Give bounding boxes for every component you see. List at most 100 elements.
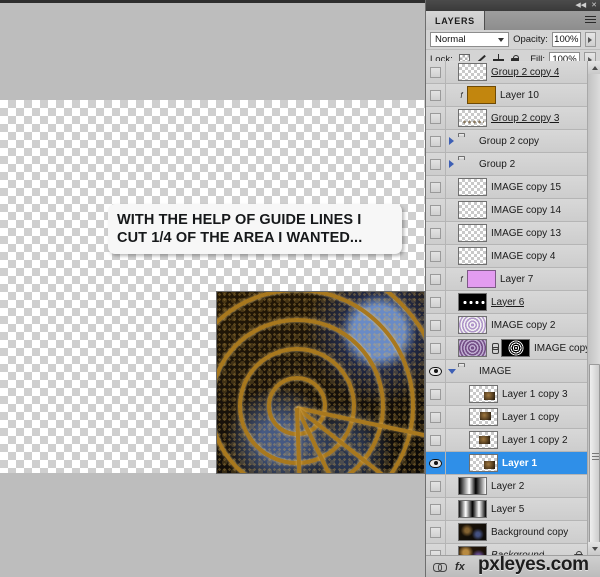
layer-row[interactable]: Layer 1 copy 3 (426, 382, 600, 406)
chevron-down-icon[interactable] (446, 368, 457, 374)
blend-mode-select[interactable]: Normal (430, 32, 510, 47)
layer-visibility-eye-icon[interactable] (426, 359, 446, 383)
scroll-up-arrow-icon[interactable] (588, 61, 600, 74)
layer-visibility-toggle[interactable] (426, 221, 446, 245)
layer-visibility-toggle[interactable] (426, 313, 446, 337)
layer-visibility-toggle[interactable] (426, 244, 446, 268)
layer-row[interactable]: Layer 1 copy (426, 405, 600, 429)
close-panel-icon[interactable]: ✕ (591, 2, 597, 9)
layer-group-folder-icon (458, 156, 474, 172)
layer-row[interactable]: Layer 6 (426, 290, 600, 314)
panel-titlebar: ◀◀ ✕ (426, 0, 600, 11)
layer-thumbnail[interactable] (458, 109, 487, 127)
layer-visibility-toggle[interactable] (426, 290, 446, 314)
layer-row[interactable]: Layer 5 (426, 497, 600, 521)
layer-style-fx-icon[interactable]: fx (455, 561, 465, 573)
document-canvas[interactable]: WITH THE HELP OF GUIDE LINES I CUT 1/4 O… (0, 0, 425, 577)
layer-visibility-toggle[interactable] (426, 428, 446, 452)
layer-list-scrollbar[interactable] (587, 61, 600, 555)
collapse-panel-icon[interactable]: ◀◀ (575, 2, 586, 9)
layers-panel-toolbar: fx pxleyes.com (426, 554, 600, 577)
layer-visibility-toggle[interactable] (426, 497, 446, 521)
layer-mask-thumbnail[interactable] (501, 339, 530, 357)
layer-row[interactable]: IMAGE (426, 359, 600, 383)
layer-row[interactable]: Group 2 copy 4 (426, 61, 600, 84)
opacity-input[interactable]: 100% (551, 32, 581, 47)
chevron-right-icon[interactable] (446, 137, 457, 145)
layer-thumbnail[interactable] (467, 86, 496, 104)
layer-list[interactable]: Group 2 copy 4 f Layer 10 Group 2 copy 3 Gro… (426, 61, 600, 555)
scrollbar-grip-icon (592, 453, 599, 460)
layer-row[interactable]: IMAGE copy 2 (426, 313, 600, 337)
layer-visibility-toggle[interactable] (426, 175, 446, 199)
layer-thumbnail[interactable] (458, 201, 487, 219)
layer-name: Group 2 copy 3 (491, 112, 560, 124)
layer-thumbnail[interactable] (458, 293, 487, 311)
layer-visibility-toggle[interactable] (426, 106, 446, 130)
layer-row[interactable]: Group 2 copy (426, 129, 600, 153)
layer-visibility-eye-icon[interactable] (426, 451, 446, 475)
layer-thumbnail[interactable] (458, 339, 487, 357)
layer-thumbnail[interactable] (458, 63, 487, 81)
layer-thumbnail[interactable] (469, 431, 498, 449)
layer-row[interactable]: Group 2 copy 3 (426, 106, 600, 130)
tabstrip-empty-area (484, 11, 600, 30)
layer-visibility-toggle[interactable] (426, 474, 446, 498)
layer-thumbnail[interactable] (469, 408, 498, 426)
opacity-stepper[interactable] (584, 32, 596, 47)
opacity-label: Opacity: (513, 34, 548, 45)
layer-name: Group 2 copy 4 (491, 66, 560, 78)
layer-visibility-toggle[interactable] (426, 405, 446, 429)
layer-name: Layer 1 copy (502, 411, 560, 423)
scrollbar-thumb[interactable] (589, 364, 600, 549)
layer-thumbnail[interactable] (458, 224, 487, 242)
layer-thumbnail[interactable] (458, 178, 487, 196)
layer-fx-badge-icon: f (460, 90, 463, 100)
layer-name: Layer 5 (491, 503, 525, 515)
scroll-down-arrow-icon[interactable] (588, 542, 600, 555)
layer-thumbnail[interactable] (458, 316, 487, 334)
layer-row[interactable]: Layer 2 (426, 474, 600, 498)
layer-visibility-toggle[interactable] (426, 83, 446, 107)
layer-row[interactable]: Layer 1 (426, 451, 600, 475)
layer-row[interactable]: IMAGE copy 13 (426, 221, 600, 245)
layer-row[interactable]: f Layer 7 (426, 267, 600, 291)
layer-visibility-toggle[interactable] (426, 382, 446, 406)
layer-row[interactable]: f Layer 10 (426, 83, 600, 107)
layer-visibility-toggle[interactable] (426, 129, 446, 153)
layer-row[interactable]: Group 2 (426, 152, 600, 176)
layer-thumbnail[interactable] (469, 385, 498, 403)
link-layers-icon[interactable] (433, 562, 447, 572)
layer-row[interactable]: IMAGE copy 4 (426, 244, 600, 268)
layer-thumbnail[interactable] (469, 454, 498, 472)
layer-row[interactable]: IMAGE copy 15 (426, 175, 600, 199)
mask-link-icon[interactable] (491, 343, 499, 354)
layer-name: Layer 2 (491, 480, 525, 492)
chevron-right-icon[interactable] (446, 160, 457, 168)
tab-layers[interactable]: LAYERS (426, 11, 485, 30)
layer-name: Background copy (491, 526, 569, 538)
layer-name: Layer 10 (500, 89, 539, 101)
layer-visibility-toggle[interactable] (426, 336, 446, 360)
layer-visibility-toggle[interactable] (426, 520, 446, 544)
layer-thumbnail[interactable] (458, 247, 487, 265)
layer-row[interactable]: IMAGE copy (426, 336, 600, 360)
layer-visibility-toggle[interactable] (426, 152, 446, 176)
layer-row[interactable]: Background copy (426, 520, 600, 544)
layer-thumbnail[interactable] (458, 477, 487, 495)
layer-thumbnail[interactable] (458, 523, 487, 541)
layer-row[interactable]: Layer 1 copy 2 (426, 428, 600, 452)
layer-name: IMAGE copy 15 (491, 181, 562, 193)
layer-row[interactable]: IMAGE copy 14 (426, 198, 600, 222)
layer-visibility-toggle[interactable] (426, 198, 446, 222)
layer-group-folder-icon (458, 133, 474, 149)
layer-visibility-toggle[interactable] (426, 543, 446, 555)
panel-menu-icon[interactable] (585, 16, 596, 25)
layer-visibility-toggle[interactable] (426, 267, 446, 291)
layers-panel: ◀◀ ✕ LAYERS Normal Opacity: 100% Lock: F… (425, 0, 600, 577)
layer-thumbnail[interactable] (458, 500, 487, 518)
layer-name: IMAGE copy 2 (491, 319, 556, 331)
layer-visibility-toggle[interactable] (426, 61, 446, 84)
layer-thumbnail[interactable] (467, 270, 496, 288)
layer-name: Layer 6 (491, 296, 525, 308)
